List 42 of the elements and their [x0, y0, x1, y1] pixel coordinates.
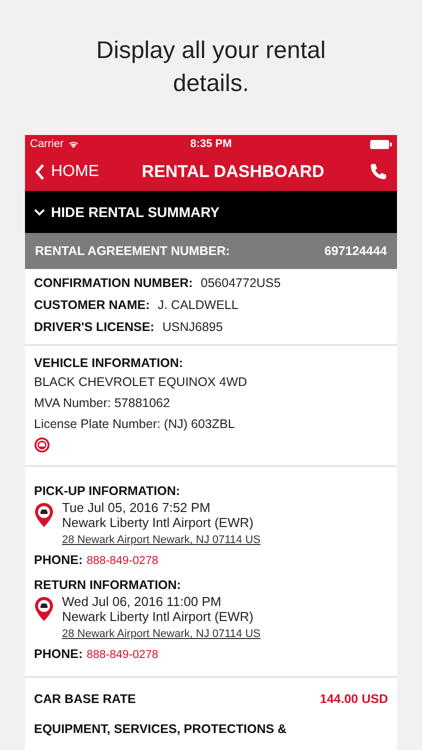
field-value: J. CALDWELL	[158, 298, 238, 312]
rate-amount: 144.00 USD	[320, 692, 388, 706]
phone-link[interactable]: 888-849-0278	[86, 649, 158, 661]
field-label: DRIVER'S LICENSE:	[34, 320, 154, 334]
chevron-icon	[34, 208, 45, 216]
location-name: Newark Liberty Intl Airport (EWR)	[62, 609, 254, 624]
field-value: 05604772US5	[200, 276, 281, 290]
car-pin-icon	[34, 596, 54, 622]
car-badge-icon	[34, 437, 50, 453]
location-datetime: Wed Jul 06, 2016 11:00 PM	[62, 594, 222, 609]
address-link[interactable]: 28 Newark Airport Newark, NJ 07114 US	[62, 628, 260, 640]
agreement-number: 697124444	[324, 244, 387, 258]
caption-text: Display all your rental details.	[95, 36, 327, 99]
field-label: CUSTOMER NAME:	[34, 298, 150, 312]
vehicle-detail: MVA Number: 57881062	[34, 395, 171, 412]
address-link[interactable]: 28 Newark Airport Newark, NJ 07114 US	[62, 534, 260, 546]
section-heading: VEHICLE INFORMATION:	[34, 355, 184, 372]
phone-icon	[369, 163, 387, 181]
location-name: Newark Liberty Intl Airport (EWR)	[62, 515, 254, 530]
section-heading: PICK-UP INFORMATION:	[34, 483, 182, 500]
agreement-label: RENTAL AGREEMENT NUMBER:	[35, 244, 230, 258]
phone-label: PHONE:	[34, 647, 83, 661]
back-chevron-icon	[35, 164, 45, 180]
call-button[interactable]	[369, 163, 387, 181]
rate-label: EQUIPMENT, SERVICES, PROTECTIONS &	[34, 722, 287, 736]
rate-label: CAR BASE RATE	[34, 692, 136, 706]
battery-icon	[370, 140, 392, 148]
back-button[interactable]: HOME	[35, 163, 127, 181]
status-time: 8:35 PM	[190, 138, 232, 150]
phone-link[interactable]: 888-849-0278	[86, 555, 158, 567]
wifi-icon	[68, 140, 79, 148]
summary-toggle[interactable]: HIDE RENTAL SUMMARY	[25, 191, 397, 233]
vehicle-detail: BLACK CHEVROLET EQUINOX 4WD	[34, 374, 248, 391]
section-heading: RETURN INFORMATION:	[34, 577, 182, 594]
field-label: CONFIRMATION NUMBER:	[34, 276, 193, 290]
phone-label: PHONE:	[34, 553, 83, 567]
screen-title: RENTAL DASHBOARD	[140, 162, 326, 182]
location-datetime: Tue Jul 05, 2016 7:52 PM	[62, 500, 212, 515]
field-value: USNJ6895	[162, 320, 223, 334]
vehicle-detail: License Plate Number: (NJ) 603ZBL	[34, 416, 236, 433]
car-pin-icon	[34, 502, 54, 528]
carrier-label: Carrier	[30, 138, 64, 150]
